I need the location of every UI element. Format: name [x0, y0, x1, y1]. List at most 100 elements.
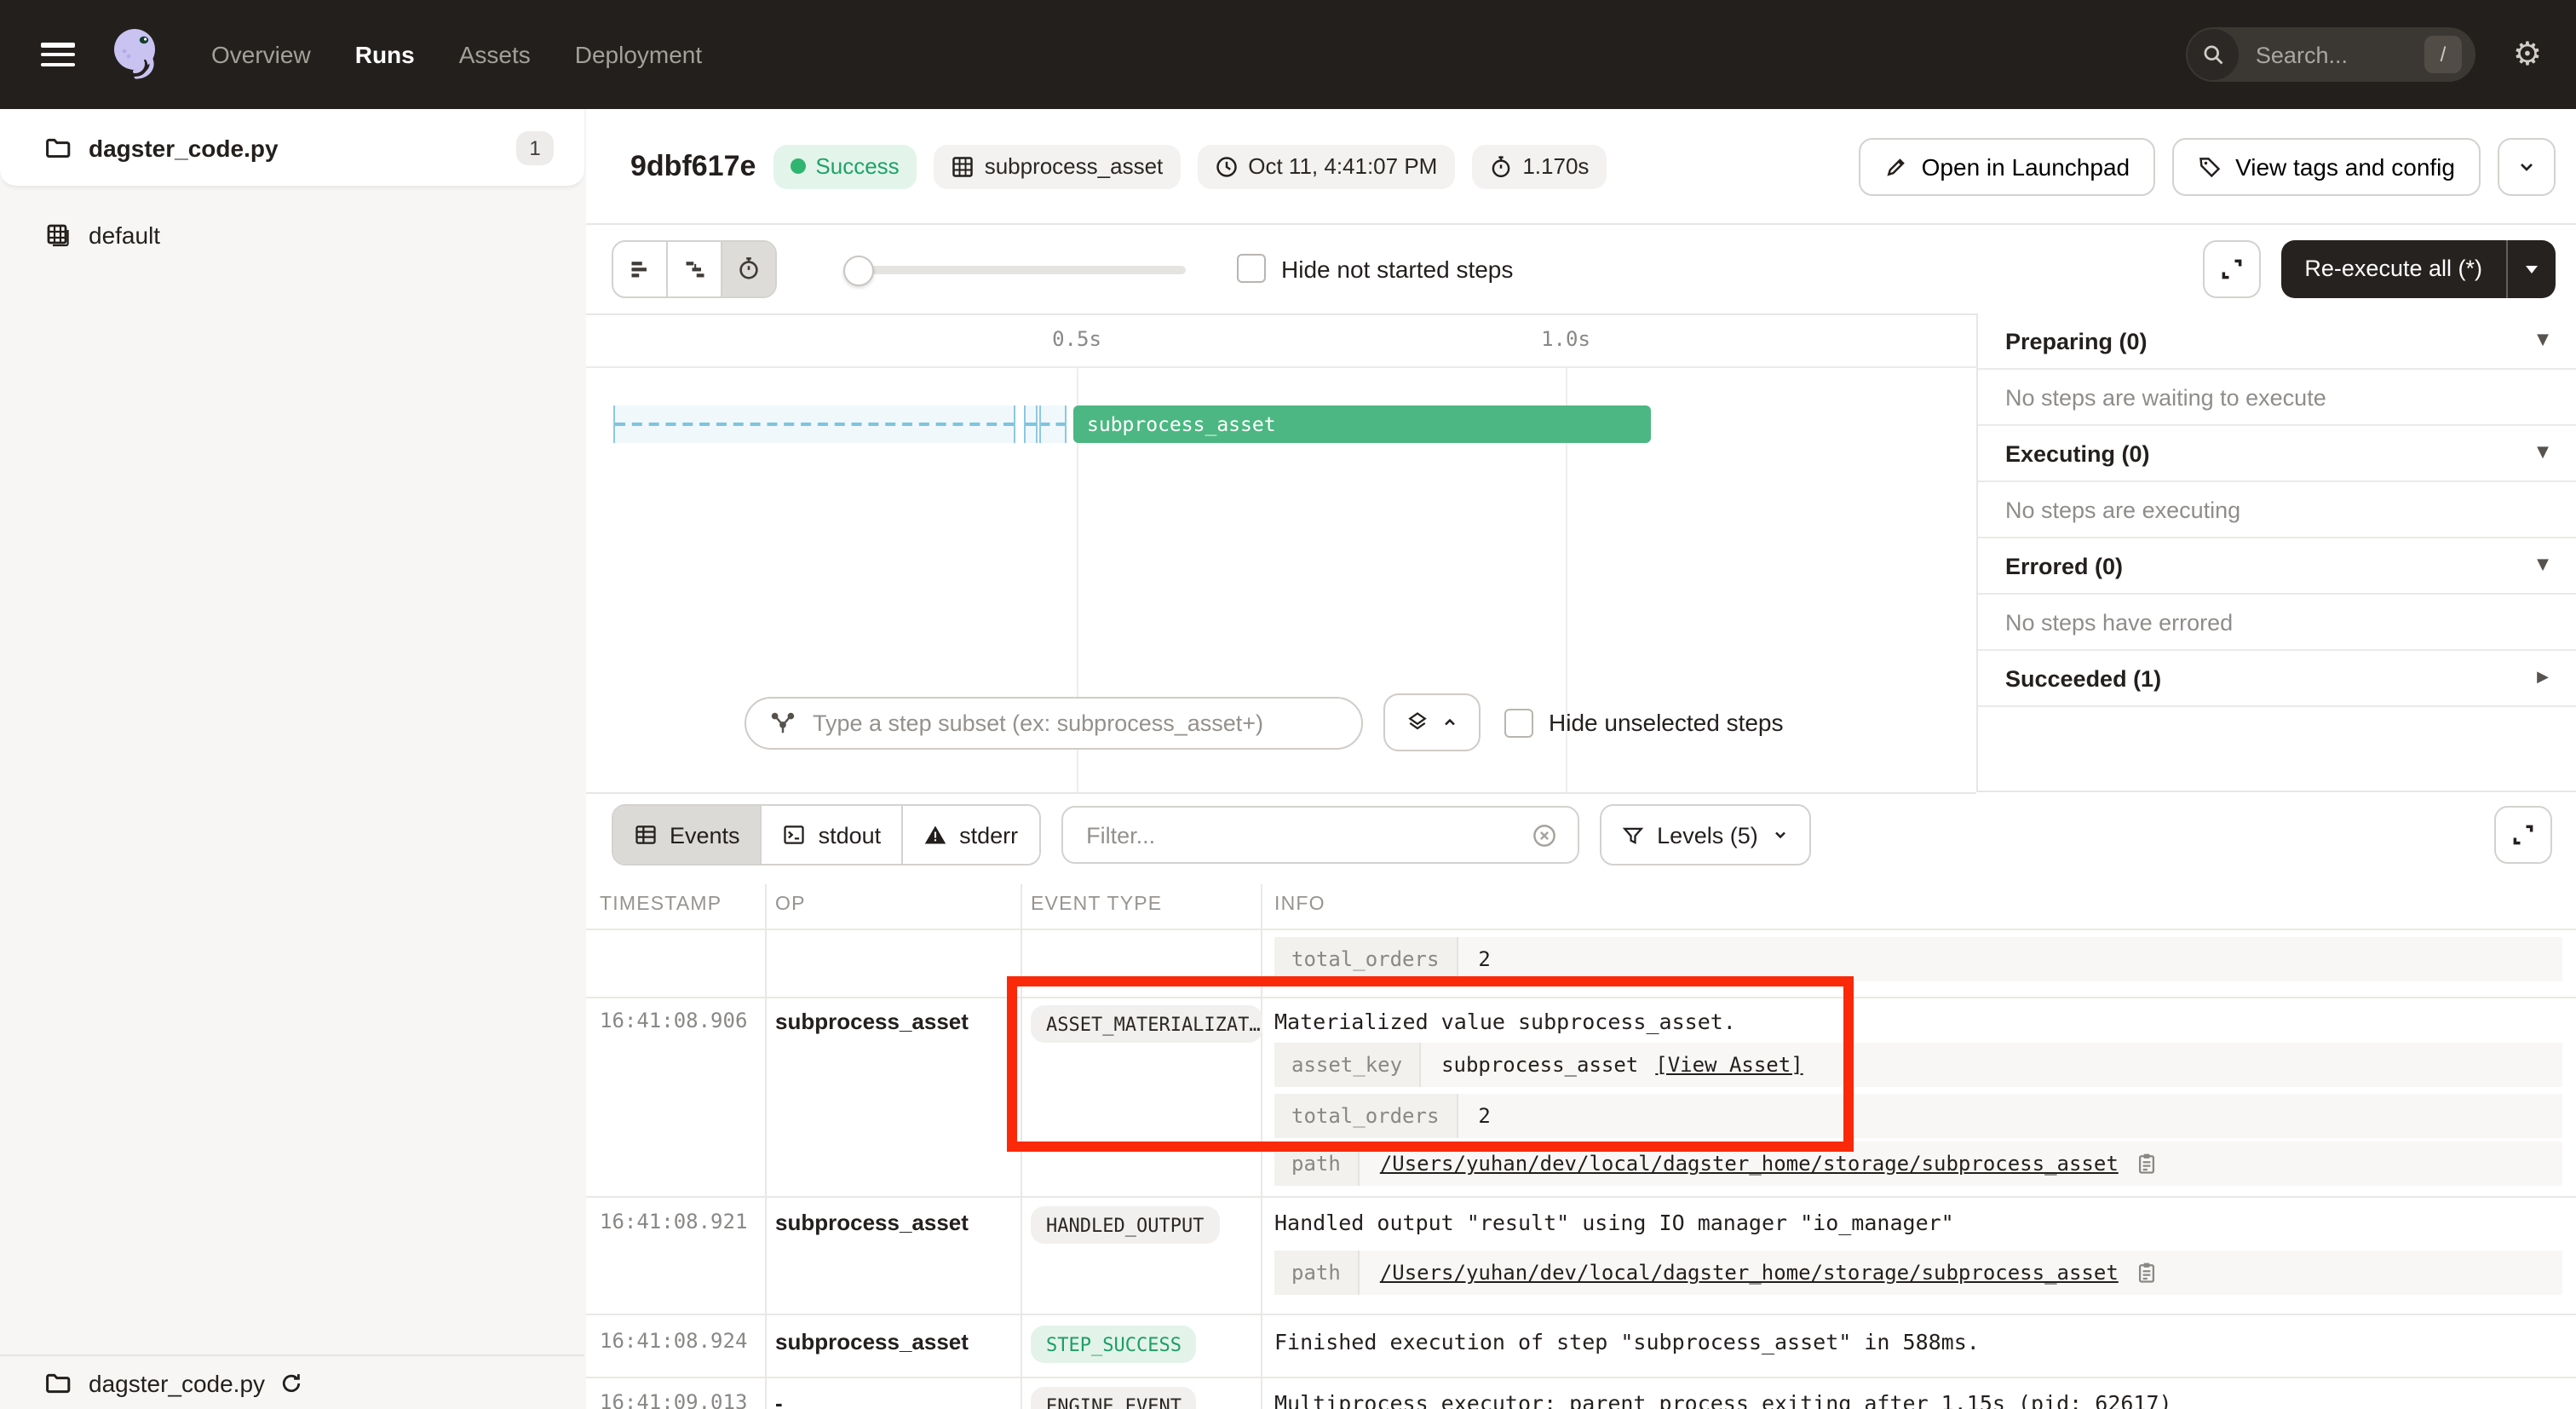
- event-type-badge[interactable]: ENGINE_EVENT: [1031, 1387, 1197, 1409]
- waterfall-gantt-icon: [682, 256, 706, 280]
- cell-timestamp: 16:41:08.921: [600, 1210, 747, 1234]
- copy-icon[interactable]: [2136, 1152, 2159, 1176]
- log-filter-input[interactable]: [1083, 820, 1517, 849]
- timed-view-button[interactable]: [722, 241, 775, 296]
- gear-icon[interactable]: ⚙: [2513, 38, 2542, 71]
- cell-timestamp: 16:41:08.906: [600, 1009, 747, 1032]
- copy-icon[interactable]: [2136, 1261, 2159, 1285]
- expand-icon: [2511, 823, 2535, 847]
- folder-icon: [44, 134, 72, 161]
- logs-fullscreen-button[interactable]: [2494, 806, 2552, 864]
- step-status-panel: Preparing (0) ▼ No steps are waiting to …: [1976, 313, 2576, 792]
- event-message: Finished execution of step "subprocess_a…: [1274, 1329, 1980, 1354]
- tab-stdout[interactable]: stdout: [762, 806, 904, 864]
- search-box[interactable]: /: [2186, 27, 2475, 82]
- slider-knob[interactable]: [843, 255, 874, 285]
- section-title: Preparing (0): [2005, 328, 2148, 354]
- layers-button[interactable]: [1383, 693, 1481, 751]
- gantt-chart: 0.5s 1.0s subprocess_asset: [586, 313, 1976, 794]
- grid-icon: [951, 154, 975, 178]
- gantt-fullscreen-button[interactable]: [2202, 239, 2260, 297]
- view-asset-link[interactable]: [View Asset]: [1655, 1053, 1803, 1077]
- status-section-executing[interactable]: Executing (0) ▼: [1978, 426, 2576, 482]
- status-section-preparing[interactable]: Preparing (0) ▼: [1978, 313, 2576, 370]
- sidebar-item-code-location[interactable]: dagster_code.py 1: [0, 109, 584, 187]
- path-link[interactable]: /Users/yuhan/dev/local/dagster_home/stor…: [1380, 1261, 2119, 1285]
- timeline-tick: 0.5s: [1052, 327, 1101, 351]
- header-more-button[interactable]: [2498, 137, 2556, 195]
- duration-label: 1.170s: [1522, 153, 1589, 179]
- row-divider: [586, 1314, 2576, 1315]
- caret-down-icon: [2523, 260, 2540, 277]
- metadata-row: total_orders 2: [1274, 1094, 2562, 1138]
- waterfall-view-button[interactable]: [668, 241, 722, 296]
- column-divider: [1261, 884, 1262, 1409]
- status-dot-icon: [790, 158, 805, 174]
- asset-badge[interactable]: subprocess_asset: [934, 144, 1181, 188]
- menu-icon[interactable]: [41, 43, 75, 66]
- step-subset-input[interactable]: [809, 708, 1337, 737]
- view-tags-button[interactable]: View tags and config: [2172, 137, 2481, 195]
- metadata-key: path: [1274, 1142, 1360, 1186]
- hide-unselected-checkbox[interactable]: [1504, 708, 1533, 737]
- status-section-succeeded[interactable]: Succeeded (1) ▶: [1978, 651, 2576, 707]
- expand-triangle-icon: ▶: [2537, 670, 2549, 687]
- levels-filter-button[interactable]: Levels (5): [1599, 804, 1811, 866]
- zoom-slider[interactable]: [845, 255, 1186, 282]
- hide-not-started-label: Hide not started steps: [1281, 255, 1513, 282]
- step-bar-subprocess-asset[interactable]: subprocess_asset: [1073, 405, 1651, 443]
- flat-view-button[interactable]: [613, 241, 668, 296]
- sidebar-footer-label: dagster_code.py: [89, 1369, 265, 1396]
- reload-icon[interactable]: [279, 1371, 302, 1395]
- waiting-bar: [613, 405, 1015, 443]
- tab-label: Events: [670, 822, 740, 848]
- timeline-tick: 1.0s: [1541, 327, 1590, 351]
- step-subset-box: [745, 696, 1363, 749]
- section-title: Executing (0): [2005, 440, 2150, 466]
- reexecute-button[interactable]: Re-execute all (*): [2280, 239, 2556, 297]
- metadata-row: asset_key subprocess_asset [View Asset]: [1274, 1043, 2562, 1087]
- run-header: 9dbf617e Success subprocess_asset Oct 11…: [586, 109, 2576, 225]
- nav-assets[interactable]: Assets: [459, 41, 531, 68]
- event-message: Materialized value subprocess_asset.: [1274, 1009, 1736, 1034]
- collapse-triangle-icon: ▼: [2537, 445, 2549, 462]
- dagster-logo-icon[interactable]: [106, 24, 167, 85]
- column-divider: [765, 884, 767, 1409]
- metadata-value: subprocess_asset: [1441, 1053, 1638, 1077]
- top-nav: Overview Runs Assets Deployment / ⚙: [0, 0, 2576, 109]
- event-type-badge[interactable]: ASSET_MATERIALIZAT…: [1031, 1005, 1262, 1043]
- reexecute-dropdown[interactable]: [2506, 239, 2556, 297]
- console-icon: [783, 823, 807, 847]
- event-message: Handled output "result" using IO manager…: [1274, 1210, 1954, 1235]
- open-launchpad-button[interactable]: Open in Launchpad: [1859, 137, 2155, 195]
- search-input[interactable]: [2252, 40, 2412, 69]
- job-grid-icon: [44, 221, 72, 249]
- sidebar-item-label: default: [89, 221, 160, 249]
- tab-stderr[interactable]: stderr: [903, 806, 1038, 864]
- count-badge: 1: [516, 130, 554, 164]
- event-type-badge[interactable]: STEP_SUCCESS: [1031, 1326, 1197, 1363]
- stopwatch-icon: [736, 256, 762, 281]
- tab-events[interactable]: Events: [613, 806, 762, 864]
- status-empty-message: No steps are executing: [1978, 482, 2576, 538]
- nav-overview[interactable]: Overview: [211, 41, 311, 68]
- view-tags-label: View tags and config: [2235, 152, 2455, 180]
- hide-not-started-checkbox[interactable]: [1237, 254, 1266, 283]
- dagster-run-page: Overview Runs Assets Deployment / ⚙: [0, 0, 2576, 1409]
- nav-deployment[interactable]: Deployment: [575, 41, 702, 68]
- section-title: Succeeded (1): [2005, 665, 2161, 691]
- metadata-row: total_orders 2: [1274, 937, 2562, 981]
- hide-unselected-label: Hide unselected steps: [1549, 709, 1784, 736]
- sidebar-item-default-job[interactable]: default: [0, 208, 586, 262]
- status-section-errored[interactable]: Errored (0) ▼: [1978, 538, 2576, 595]
- search-icon: [2188, 29, 2239, 80]
- path-link[interactable]: /Users/yuhan/dev/local/dagster_home/stor…: [1380, 1152, 2119, 1176]
- col-header-event-type: EVENT TYPE: [1031, 894, 1162, 915]
- nav-runs[interactable]: Runs: [355, 41, 415, 68]
- clear-filter-icon[interactable]: [1531, 822, 1556, 848]
- chevron-down-icon: [2516, 156, 2537, 176]
- sidebar-footer-code-location[interactable]: dagster_code.py: [0, 1354, 584, 1409]
- duration-badge: 1.170s: [1471, 144, 1606, 188]
- metadata-key: path: [1274, 1251, 1360, 1295]
- event-type-badge[interactable]: HANDLED_OUTPUT: [1031, 1206, 1219, 1244]
